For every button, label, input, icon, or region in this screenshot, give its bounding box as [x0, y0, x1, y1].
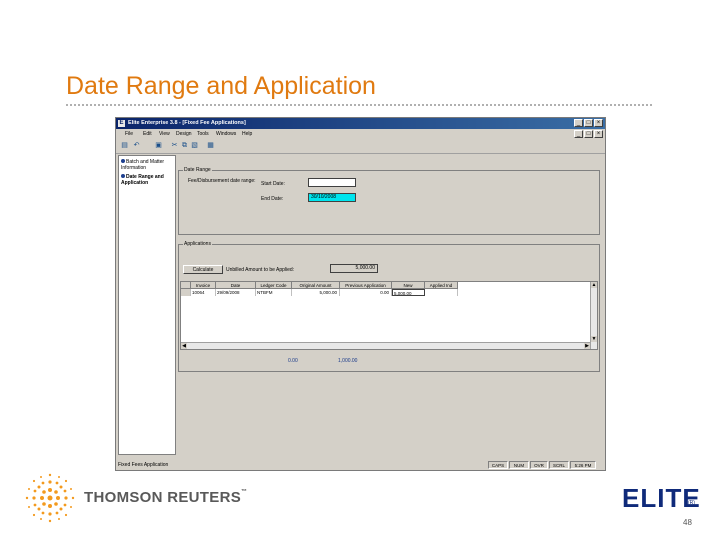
app-icon: E	[118, 120, 125, 127]
navigation-panel: Batch and Matter Information Date Range …	[118, 155, 176, 455]
window-titlebar[interactable]: E Elite Enterprise 3.8 - [Fixed Fee Appl…	[116, 118, 605, 129]
menu-help[interactable]: Help	[242, 131, 252, 137]
close-button[interactable]: ×	[594, 119, 603, 127]
trademark-mark: ™	[241, 489, 248, 495]
toolbar: ▤ ↶ ▣ ✂ ⧉ ▧ ▦	[116, 139, 605, 154]
column-header[interactable]: Ledger Code	[256, 282, 292, 289]
bullet-icon	[121, 159, 125, 163]
window-title: Elite Enterprise 3.8 - [Fixed Fee Applic…	[128, 120, 246, 126]
date-range-group: Date Range Fee/Disbursement date range: …	[178, 167, 600, 235]
status-text: Fixed Fees Application	[118, 462, 169, 468]
brand-name: THOMSON REUTERS	[84, 489, 242, 506]
table-cell[interactable]: 5,000.00	[292, 289, 340, 296]
table-cell[interactable]: 29/09/2008	[216, 289, 256, 296]
nav-item-label: Batch and Matter Information	[121, 159, 165, 171]
table-cell[interactable]: 0.00	[340, 289, 392, 296]
menu-edit[interactable]: Edit	[143, 131, 152, 137]
calculate-button[interactable]: Calculate	[183, 265, 223, 274]
status-caps: CAPS	[488, 461, 508, 469]
end-date-label: End Date:	[261, 196, 284, 202]
status-num: NUM	[509, 461, 529, 469]
column-header[interactable]: Invoice	[191, 282, 216, 289]
status-bar: Fixed Fees Application CAPS NUM OVR SCRL…	[116, 460, 605, 470]
slide-title: Date Range and Application	[66, 72, 376, 100]
status-scrl: SCRL	[549, 461, 569, 469]
mdi-close-button[interactable]: ×	[594, 130, 603, 138]
applications-table: Invoice Date Ledger Code Original Amount…	[180, 281, 598, 350]
title-divider	[66, 104, 652, 106]
column-header[interactable]: New	[392, 282, 425, 289]
nav-item-label: Date Range and Application	[121, 174, 164, 186]
table-cell[interactable]	[425, 289, 458, 296]
cut-icon[interactable]: ✂	[170, 141, 179, 150]
maximize-button[interactable]: □	[584, 119, 593, 127]
date-range-hint: Fee/Disbursement date range:	[188, 178, 256, 184]
thomson-reuters-logo	[25, 473, 75, 523]
status-clock: 5:26 PM	[570, 461, 596, 469]
scroll-left-icon[interactable]: ◀	[181, 343, 187, 349]
total-previous: 0.00	[288, 358, 298, 364]
table-cell-new[interactable]: 5,000.00	[392, 289, 425, 296]
start-date-field[interactable]	[308, 178, 356, 187]
status-ovr: OVR	[530, 461, 548, 469]
table-cell[interactable]: NTBFM	[256, 289, 292, 296]
menu-design[interactable]: Design	[176, 131, 192, 137]
column-header[interactable]: Previous Application	[340, 282, 392, 289]
column-header[interactable]: Date	[216, 282, 256, 289]
app-window: E Elite Enterprise 3.8 - [Fixed Fee Appl…	[115, 117, 606, 471]
total-new: 1,000.00	[338, 358, 358, 364]
start-date-label: Start Date:	[261, 181, 285, 187]
column-header[interactable]: Applied Ind	[425, 282, 458, 289]
minimize-button[interactable]: _	[574, 119, 583, 127]
menu-view[interactable]: View	[159, 131, 170, 137]
table-cell[interactable]: 10064	[191, 289, 216, 296]
thomson-reuters-wordmark: THOMSON REUTERS™	[84, 489, 247, 506]
page-number: 48	[683, 518, 692, 527]
row-selector-header	[181, 282, 191, 289]
scroll-down-icon[interactable]: ▼	[591, 336, 597, 342]
mdi-minimize-button[interactable]: _	[574, 130, 583, 138]
nav-item-batch[interactable]: Batch and Matter Information	[121, 159, 175, 171]
print-icon[interactable]: ▣	[154, 141, 163, 150]
unbilled-amount-label: Unbilled Amount to be Applied:	[226, 267, 295, 273]
save-icon[interactable]: ▤	[120, 141, 129, 150]
vertical-scrollbar[interactable]: ▲ ▼	[590, 282, 597, 349]
paste-icon[interactable]: ▧	[190, 141, 199, 150]
mdi-restore-button[interactable]: □	[584, 130, 593, 138]
copy-icon[interactable]: ⧉	[180, 141, 189, 150]
elite-logo: ELITE	[622, 483, 701, 513]
menu-file[interactable]: File	[125, 131, 133, 137]
column-header[interactable]: Original Amount	[292, 282, 340, 289]
end-date-field[interactable]: 30/10/2008	[308, 193, 356, 202]
nav-item-date-range[interactable]: Date Range and Application	[121, 174, 175, 186]
report-icon[interactable]: ▦	[206, 141, 215, 150]
horizontal-scrollbar[interactable]: ◀ ▶	[181, 342, 590, 349]
date-range-label: Date Range	[183, 167, 212, 173]
applications-label: Applications	[183, 241, 212, 247]
scroll-up-icon[interactable]: ▲	[591, 282, 597, 288]
menu-windows[interactable]: Windows	[216, 131, 236, 137]
row-selector[interactable]	[181, 289, 191, 296]
undo-icon[interactable]: ↶	[132, 141, 141, 150]
scroll-right-icon[interactable]: ▶	[584, 343, 590, 349]
bullet-icon	[121, 174, 125, 178]
menu-tools[interactable]: Tools	[197, 131, 209, 137]
menu-bar: File Edit View Design Tools Windows Help	[116, 129, 605, 139]
registered-mark: (R)	[688, 500, 695, 506]
unbilled-amount-field: 5,000.00	[330, 264, 378, 273]
